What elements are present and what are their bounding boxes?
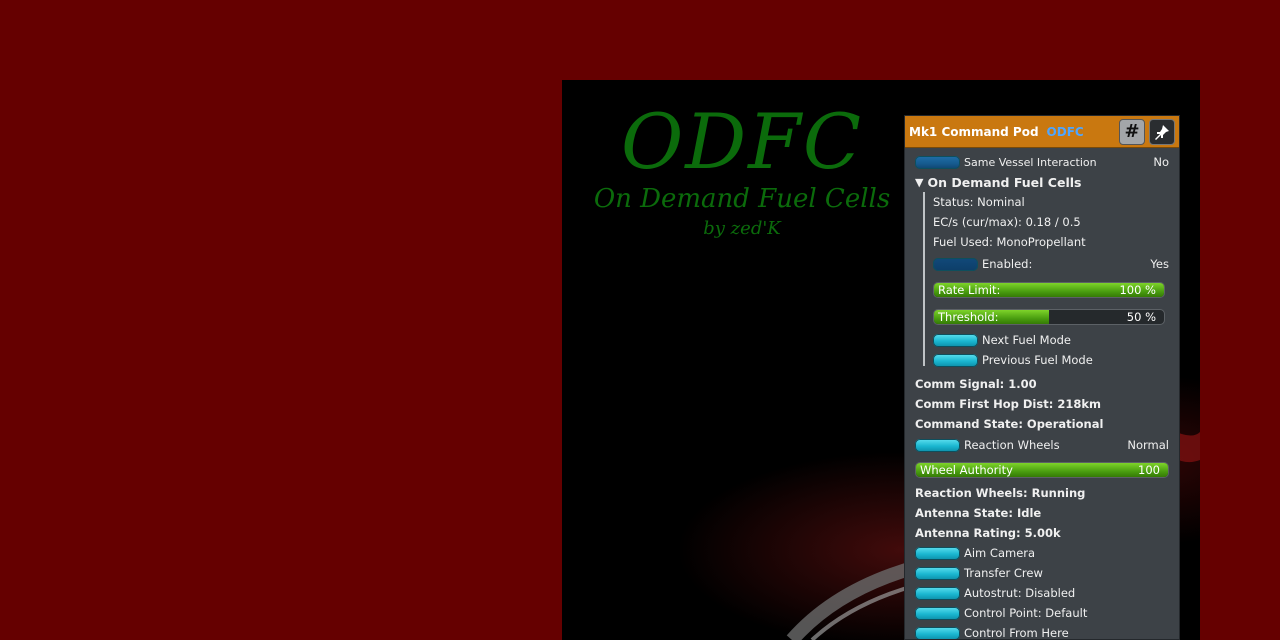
antenna-rating-text: Antenna Rating: 5.00k [915, 526, 1061, 540]
comm-signal-text: Comm Signal: 1.00 [915, 377, 1037, 391]
enabled-value: Yes [1150, 257, 1169, 271]
rate-limit-value: 100 % [1119, 282, 1156, 297]
logo-subtitle: On Demand Fuel Cells [593, 184, 891, 214]
rw-status-text: Reaction Wheels: Running [915, 486, 1086, 500]
control-point-label: Control Point: Default [964, 606, 1088, 620]
same-vessel-value: No [1153, 155, 1169, 169]
section-body: Status: Nominal EC/s (cur/max): 0.18 / 0… [915, 192, 1169, 370]
part-action-window: Mk1 Command Pod ODFC # Same Vessel Inter… [904, 115, 1180, 640]
antenna-state-text: Antenna State: Idle [915, 506, 1042, 520]
enabled-label: Enabled: [982, 257, 1033, 271]
enabled-toggle[interactable] [933, 257, 978, 271]
prev-fuel-row: Previous Fuel Mode [915, 350, 1169, 370]
next-fuel-button[interactable] [933, 333, 978, 347]
hash-button[interactable]: # [1119, 118, 1145, 145]
ec-text: EC/s (cur/max): 0.18 / 0.5 [933, 215, 1081, 229]
transfer-crew-label: Transfer Crew [964, 566, 1043, 580]
fuel-used-text: Fuel Used: MonoPropellant [933, 235, 1086, 249]
autostrut-row: Autostrut: Disabled [915, 583, 1169, 603]
threshold-value: 50 % [1126, 309, 1156, 324]
rate-limit-row: Rate Limit: 100 % [915, 276, 1169, 303]
pane-header[interactable]: Mk1 Command Pod ODFC # [905, 116, 1179, 148]
section-title: On Demand Fuel Cells [927, 174, 1082, 190]
status-text: Status: Nominal [933, 195, 1025, 209]
aim-camera-row: Aim Camera [915, 543, 1169, 563]
aim-camera-button[interactable] [915, 546, 960, 560]
reaction-wheels-row: Reaction Wheels Normal [915, 434, 1169, 456]
wheel-authority-row: Wheel Authority 100 [915, 456, 1169, 483]
wheel-authority-slider[interactable]: Wheel Authority 100 [915, 461, 1169, 478]
threshold-row: Threshold: 50 % [915, 303, 1169, 330]
control-from-here-button[interactable] [915, 626, 960, 639]
pane-body: Same Vessel Interaction No ▼ On Demand F… [905, 148, 1179, 640]
section-header[interactable]: ▼ On Demand Fuel Cells [915, 172, 1169, 192]
same-vessel-toggle[interactable] [915, 155, 960, 169]
transfer-crew-button[interactable] [915, 566, 960, 580]
prev-fuel-label: Previous Fuel Mode [982, 353, 1093, 367]
next-fuel-label: Next Fuel Mode [982, 333, 1071, 347]
aim-camera-label: Aim Camera [964, 546, 1036, 560]
control-point-row: Control Point: Default [915, 603, 1169, 623]
same-vessel-row: Same Vessel Interaction No [915, 152, 1169, 172]
same-vessel-label: Same Vessel Interaction [964, 155, 1097, 169]
prev-fuel-button[interactable] [933, 353, 978, 367]
control-from-here-label: Control From Here [964, 626, 1069, 640]
command-state-text: Command State: Operational [915, 417, 1104, 431]
control-from-here-row: Control From Here [915, 623, 1169, 640]
pane-title: Mk1 Command Pod [909, 124, 1039, 139]
pin-button[interactable] [1149, 118, 1175, 145]
next-fuel-row: Next Fuel Mode [915, 330, 1169, 350]
game-scene: ODFC On Demand Fuel Cells by zed'K Mk1 C… [562, 80, 1200, 640]
comm-hop-text: Comm First Hop Dist: 218km [915, 397, 1101, 411]
control-point-button[interactable] [915, 606, 960, 620]
reaction-wheels-toggle[interactable] [915, 438, 960, 452]
autostrut-label: Autostrut: Disabled [964, 586, 1076, 600]
enabled-row: Enabled: Yes [915, 252, 1169, 276]
reaction-wheels-value: Normal [1127, 438, 1169, 452]
transfer-crew-row: Transfer Crew [915, 563, 1169, 583]
threshold-slider[interactable]: Threshold: 50 % [933, 308, 1165, 325]
logo-title: ODFC [620, 97, 864, 186]
wheel-authority-label: Wheel Authority [920, 462, 1013, 477]
pin-icon [1155, 124, 1169, 140]
rate-limit-label: Rate Limit: [938, 282, 1001, 297]
autostrut-button[interactable] [915, 586, 960, 600]
wheel-authority-value: 100 [1138, 462, 1160, 477]
chevron-down-icon: ▼ [915, 175, 924, 189]
rate-limit-slider[interactable]: Rate Limit: 100 % [933, 281, 1165, 298]
pane-subtitle: ODFC [1046, 124, 1084, 139]
logo-byline: by zed'K [703, 218, 781, 239]
threshold-label: Threshold: [938, 309, 999, 324]
